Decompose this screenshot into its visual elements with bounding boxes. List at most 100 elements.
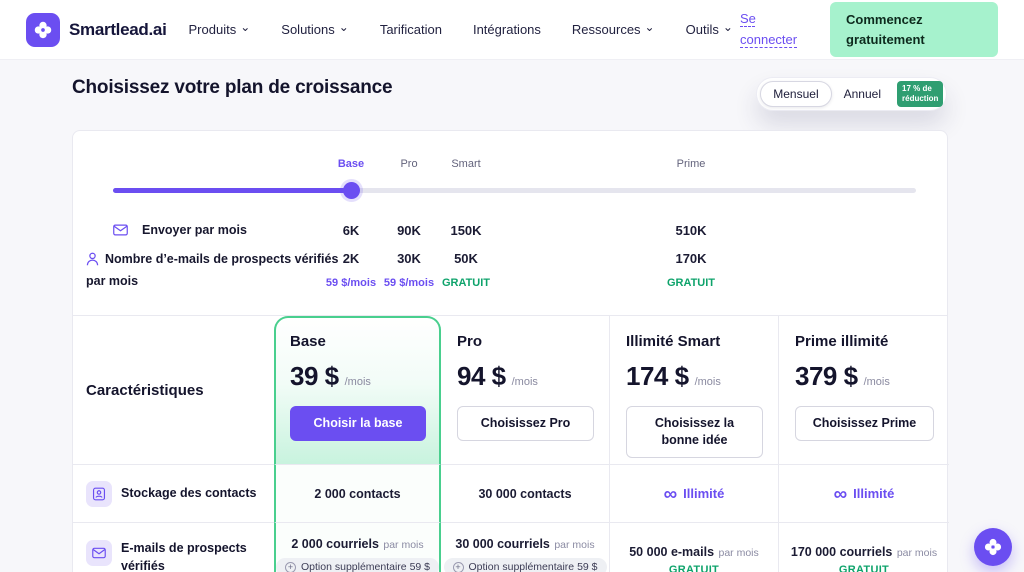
toggle-monthly[interactable]: Mensuel xyxy=(760,81,832,107)
verified-value-smart: 50K xyxy=(454,251,478,266)
nav-item-label: Produits xyxy=(188,22,237,37)
slider-tick-prime[interactable]: Prime xyxy=(677,158,706,170)
plan-slider-track[interactable] xyxy=(113,188,916,193)
contacts-value: 2 000 contacts xyxy=(314,486,401,501)
nav-item-solutions[interactable]: Solutions xyxy=(281,22,349,37)
plan-price-base: 39 $ /mois xyxy=(290,361,426,392)
verified-price-base: 59 $/mois xyxy=(325,277,377,289)
plan-price-prime: 379 $ /mois xyxy=(795,361,934,392)
emails-cell-base: 2 000 courriels par mois Option suppléme… xyxy=(274,522,441,572)
chevron-down-icon xyxy=(723,22,733,37)
nav-item-tarification[interactable]: Tarification xyxy=(380,22,442,37)
addon-pill[interactable]: Option supplémentaire 59 $ xyxy=(276,558,439,572)
slider-tick-base[interactable]: Base xyxy=(338,158,364,170)
emails-cell-prime: 170 000 courriels par mois GRATUIT xyxy=(778,522,949,572)
choose-smart-button[interactable]: Choisissez la bonne idée xyxy=(626,406,763,458)
price-period: /mois xyxy=(863,376,890,388)
addon-pill[interactable]: Option supplémentaire 59 $ xyxy=(443,558,607,572)
nav-item-produits[interactable]: Produits xyxy=(189,22,251,37)
send-value-pro: 90K xyxy=(397,223,421,238)
send-per-month-text: Envoyer par mois xyxy=(142,223,247,237)
price-value: 94 $ xyxy=(457,361,506,391)
free-label: GRATUIT xyxy=(838,564,890,572)
nav-item-label: Tarification xyxy=(379,22,442,37)
plan-name-prime: Prime illimité xyxy=(795,333,889,350)
chat-fab[interactable] xyxy=(974,528,1012,566)
plan-slider-fill xyxy=(113,188,351,193)
chevron-down-icon xyxy=(645,22,655,37)
price-period: /mois xyxy=(511,376,538,388)
choose-prime-button[interactable]: Choisissez Prime xyxy=(795,406,934,441)
contacts-cell-base: 2 000 contacts xyxy=(274,464,441,522)
verified-emails-count-label: Nombre d’e-mails de prospects vérifiés p… xyxy=(86,249,356,293)
send-value-prime: 510K xyxy=(675,223,707,238)
feature-row-emails-label: E-mails de prospects vérifiés xyxy=(73,522,274,572)
send-value-smart: 150K xyxy=(450,223,482,238)
brand[interactable]: Smartlead.ai xyxy=(26,12,167,47)
features-label: Caractéristiques xyxy=(86,381,204,399)
contacts-storage-icon xyxy=(86,480,112,507)
verified-price-pro: 59 $/mois xyxy=(383,277,435,289)
verified-emails-icon xyxy=(86,540,112,566)
smartlead-logo-icon xyxy=(26,12,60,47)
emails-suffix: par mois xyxy=(554,539,595,551)
infinity-icon xyxy=(664,483,684,505)
plan-name-smart: Illimité Smart xyxy=(626,333,721,350)
plan-header-prime: Prime illimité 379 $ /mois Choisissez Pr… xyxy=(778,316,949,464)
emails-amount: 30 000 courriels xyxy=(455,537,550,551)
plan-name-base: Base xyxy=(290,333,326,350)
emails-cell-smart: 50 000 e-mails par mois GRATUIT xyxy=(609,522,778,572)
contacts-cell-pro: 30 000 contacts xyxy=(441,464,609,522)
plan-price-smart: 174 $ /mois xyxy=(626,361,763,392)
choose-pro-button[interactable]: Choisissez Pro xyxy=(457,406,594,441)
emails-suffix: par mois xyxy=(383,539,424,551)
slider-tick-pro[interactable]: Pro xyxy=(400,158,417,170)
plan-name-pro: Pro xyxy=(457,333,483,350)
feature-label: Stockage des contacts xyxy=(121,485,257,500)
emails-suffix: par mois xyxy=(896,547,938,559)
price-value: 379 $ xyxy=(795,361,858,391)
page-title: Choisissez votre plan de croissance xyxy=(72,77,393,98)
plan-slider-handle[interactable] xyxy=(343,182,360,199)
nav-item-label: Ressources xyxy=(571,22,641,37)
plan-slider-zone: Base Pro Smart Prime Envoyer par mois 6K… xyxy=(73,131,947,316)
emails-suffix: par mois xyxy=(718,547,759,559)
send-per-month-label: Envoyer par mois xyxy=(113,223,247,237)
chevron-down-icon xyxy=(339,22,349,37)
billing-toggle: Mensuel Annuel 17 % de réduction xyxy=(756,77,947,111)
contacts-cell-prime: Illimité xyxy=(778,464,949,522)
flower-icon xyxy=(984,538,1002,556)
plan-header-base: Base 39 $ /mois Choisir la base xyxy=(274,316,441,464)
plans-table: Caractéristiques Base 39 $ /mois Choisir… xyxy=(73,316,949,572)
nav-item-label: Outils xyxy=(685,22,719,37)
slider-tick-smart[interactable]: Smart xyxy=(451,158,480,170)
free-label: GRATUIT xyxy=(668,564,720,572)
nav-item-integrations[interactable]: Intégrations xyxy=(473,22,541,37)
emails-cell-pro: 30 000 courriels par mois Option supplém… xyxy=(441,522,609,572)
login-link[interactable]: Se connecter xyxy=(740,9,804,49)
chevron-down-icon xyxy=(240,22,250,37)
brand-name: Smartlead.ai xyxy=(69,19,167,39)
envelope-icon xyxy=(113,224,128,236)
contacts-value: Illimité xyxy=(683,486,725,501)
nav-item-outils[interactable]: Outils xyxy=(686,22,733,37)
verified-free-smart: GRATUIT xyxy=(441,277,491,289)
verified-free-prime: GRATUIT xyxy=(666,277,716,289)
pricing-card: Base Pro Smart Prime Envoyer par mois 6K… xyxy=(72,130,949,572)
contacts-value: 30 000 contacts xyxy=(478,486,572,501)
price-period: /mois xyxy=(344,376,371,388)
feature-row-contacts-label: Stockage des contacts xyxy=(73,464,274,522)
nav-item-label: Intégrations xyxy=(472,22,541,37)
verified-value-pro: 30K xyxy=(397,251,421,266)
feature-label: E-mails de prospects vérifiés xyxy=(121,541,247,572)
plus-icon xyxy=(285,561,296,572)
nav-item-ressources[interactable]: Ressources xyxy=(572,22,655,37)
emails-amount: 50 000 e-mails xyxy=(629,545,715,559)
signup-button[interactable]: Commencez gratuitement xyxy=(830,2,998,57)
contacts-value: Illimité xyxy=(853,486,895,501)
toggle-annual[interactable]: Annuel xyxy=(832,82,893,106)
top-navbar: Smartlead.ai Produits Solutions Tarifica… xyxy=(0,0,1024,60)
emails-amount: 2 000 courriels xyxy=(291,537,379,551)
choose-base-button[interactable]: Choisir la base xyxy=(290,406,426,441)
price-value: 39 $ xyxy=(290,361,339,391)
